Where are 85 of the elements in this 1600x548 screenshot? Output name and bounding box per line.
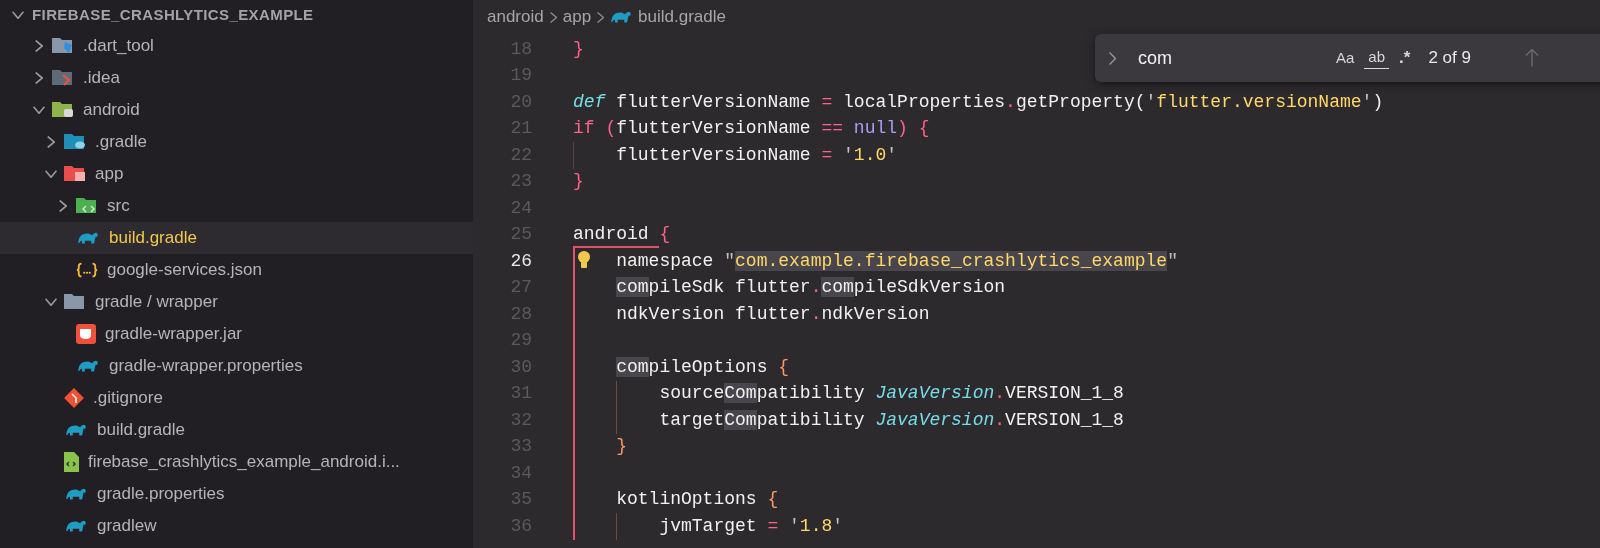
code-line: } xyxy=(616,435,627,459)
code-line: sourceCompatibility JavaVersion.VERSION_1_8 xyxy=(659,382,1124,406)
code-line: jvmTarget = '1.8' xyxy=(659,514,844,538)
chevron-down-icon[interactable] xyxy=(45,170,57,178)
folder-icon xyxy=(64,166,86,182)
chevron-right-icon[interactable] xyxy=(47,136,55,148)
file-name: src xyxy=(107,195,130,218)
code-line: flutterVersionName = '1.0' xyxy=(616,143,898,167)
file-name: gradle-wrapper.properties xyxy=(109,355,303,378)
chevron-right-icon[interactable] xyxy=(35,72,43,84)
elephant-icon xyxy=(65,520,87,532)
code-line: kotlinOptions { xyxy=(616,488,779,512)
explorer-title[interactable]: FIREBASE_CRASHLYTICS_EXAMPLE xyxy=(32,3,314,27)
tree-item[interactable]: firebase_crashlytics_example_android.i... xyxy=(0,446,473,478)
file-name: app xyxy=(95,163,124,186)
code-line: ndkVersion flutter.ndkVersion xyxy=(616,302,930,326)
file-name: gradle / wrapper xyxy=(95,291,218,314)
elephant-icon xyxy=(610,11,633,23)
tree-item[interactable]: google-services.json xyxy=(0,254,473,286)
file-name: build.gradle xyxy=(109,227,197,250)
chevron-right-icon[interactable] xyxy=(35,40,43,52)
code-line: namespace "com.example.firebase_crashlytics_example" xyxy=(616,249,1178,273)
tree-item[interactable]: src xyxy=(0,190,473,222)
folder-icon xyxy=(64,294,86,310)
file-name: .gitignore xyxy=(93,387,163,410)
code-line: compileOptions { xyxy=(616,355,790,379)
find-input[interactable]: com xyxy=(1132,44,1332,72)
tree-item[interactable]: build.gradle xyxy=(0,222,473,254)
chevron-right-icon xyxy=(549,11,557,23)
match-count: 2 of 9 xyxy=(1428,47,1471,70)
tree-item[interactable]: .dart_tool xyxy=(0,30,473,62)
tree-item[interactable]: gradlew xyxy=(0,510,473,542)
code-line: android { xyxy=(573,223,671,247)
chevron-right-icon xyxy=(1109,51,1116,65)
braces-icon xyxy=(76,262,98,278)
elephant-icon xyxy=(65,424,87,436)
file-name: .gradle xyxy=(95,131,147,154)
breadcrumb-item[interactable]: build.gradle xyxy=(638,4,726,30)
elephant-icon xyxy=(77,232,99,244)
folder-icon xyxy=(76,198,98,214)
chevron-down-icon[interactable] xyxy=(45,298,57,306)
tree-item[interactable]: .gitignore xyxy=(0,382,473,414)
code-line: } xyxy=(573,170,584,194)
file-name: .idea xyxy=(83,67,120,90)
file-name: gradle-wrapper.jar xyxy=(105,323,242,346)
tree-item[interactable]: .idea xyxy=(0,62,473,94)
file-name: firebase_crashlytics_example_android.i... xyxy=(88,451,400,474)
match-case-button[interactable]: Aa xyxy=(1332,44,1359,72)
regex-button[interactable]: .* xyxy=(1395,43,1415,73)
code-line: targetCompatibility JavaVersion.VERSION_1_8 xyxy=(659,408,1124,432)
breadcrumb-item[interactable]: app xyxy=(562,4,592,30)
lightbulb-icon[interactable] xyxy=(578,251,591,268)
cup-icon xyxy=(76,324,96,344)
tree-item[interactable]: .gradle xyxy=(0,126,473,158)
code-line: def flutterVersionName = localProperties.getProperty('flutter.versionName') xyxy=(573,90,1384,114)
file-name: google-services.json xyxy=(107,259,262,282)
tree-item[interactable]: app xyxy=(0,158,473,190)
tree-item[interactable]: android xyxy=(0,94,473,126)
file-name: build.gradle xyxy=(97,419,185,442)
file-name: gradlew xyxy=(97,515,157,538)
elephant-icon xyxy=(77,360,99,372)
folder-icon xyxy=(52,102,74,118)
tree-item[interactable]: gradle-wrapper.properties xyxy=(0,350,473,382)
line-number: 26 xyxy=(509,249,532,273)
chevron-down-icon[interactable] xyxy=(12,11,24,19)
tree-item[interactable]: build.gradle xyxy=(0,414,473,446)
elephant-icon xyxy=(65,488,87,500)
chevron-right-icon xyxy=(597,11,605,23)
chevron-right-icon[interactable] xyxy=(59,200,67,212)
whole-word-button[interactable]: ab xyxy=(1364,47,1390,69)
code-line: compileSdk flutter.compileSdkVersion xyxy=(616,276,1006,300)
code-line: if (flutterVersionName == null) { xyxy=(573,117,930,141)
code-line: } xyxy=(573,37,584,61)
tree-item[interactable]: gradle / wrapper xyxy=(0,286,473,318)
folder-icon xyxy=(52,38,74,54)
tree-item[interactable]: gradle-wrapper.jar xyxy=(0,318,473,350)
chevron-down-icon[interactable] xyxy=(33,106,45,114)
file-name: .dart_tool xyxy=(83,35,154,58)
file-name: android xyxy=(83,99,140,122)
file-name: gradle.properties xyxy=(97,483,225,506)
tree-item[interactable]: gradle.properties xyxy=(0,478,473,510)
folder-icon xyxy=(52,70,74,86)
code-file-icon xyxy=(64,452,79,472)
breadcrumb-item[interactable]: android xyxy=(487,4,544,30)
folder-icon xyxy=(64,134,86,150)
